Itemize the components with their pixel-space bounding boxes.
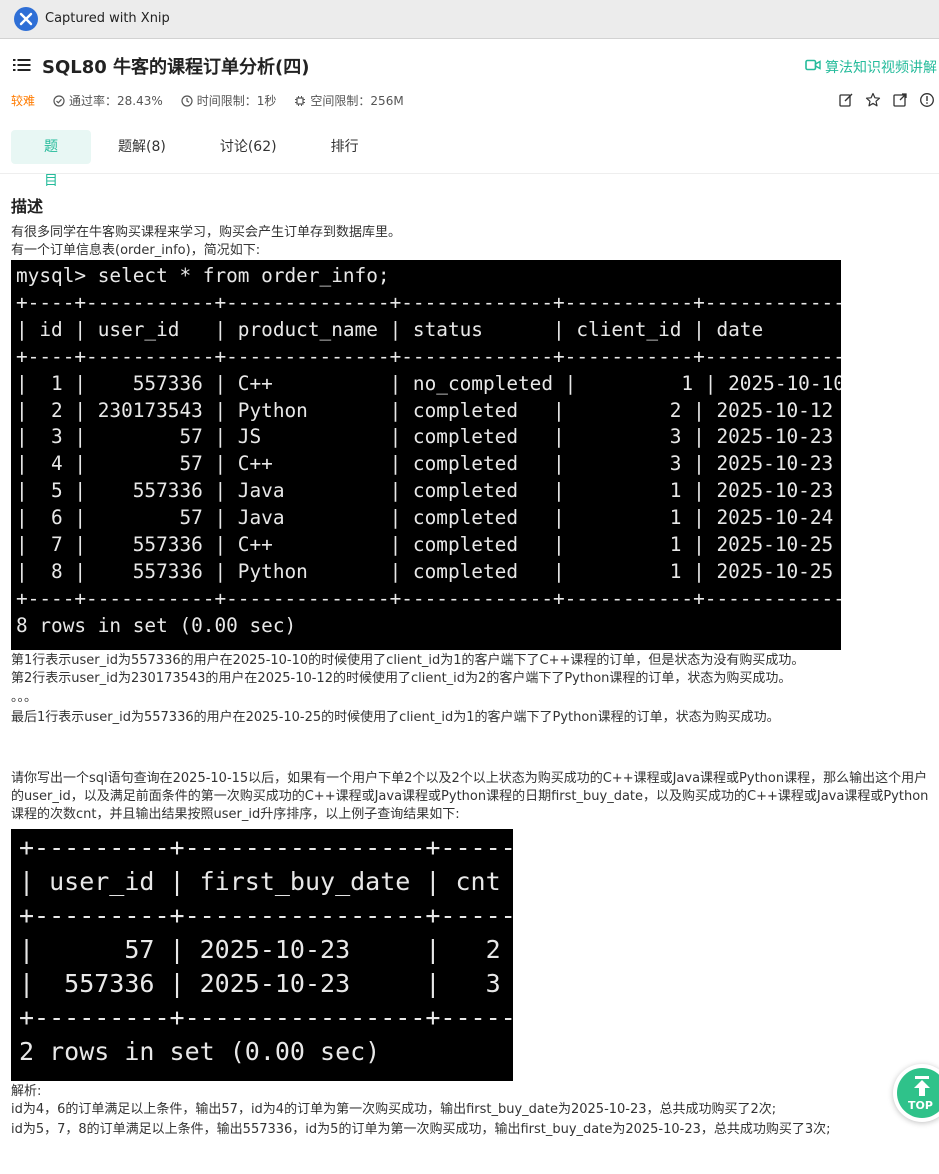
row-note-1: 第1行表示user_id为557336的用户在2025-10-10的时候使用了c… [11,653,805,668]
result-terminal: +---------+----------------+-----+ | use… [11,829,513,1081]
back-to-top-label: TOP [908,1099,933,1112]
result-terminal-text: +---------+----------------+-----+ | use… [19,833,513,1066]
tab-solutions[interactable]: 题解(8) [91,130,193,164]
intro-line-1: 有很多同学在牛客购买课程来学习，购买会产生订单存到数据库里。 [11,225,402,240]
row-note-last: 最后1行表示user_id为557336的用户在2025-10-25的时候使用了… [11,710,780,725]
edit-note-icon[interactable] [838,92,854,112]
problem-title: SQL80 牛客的课程订单分析(四) [42,57,310,78]
tab-ranking[interactable]: 排行 [304,130,386,164]
tab-problem[interactable]: 题目 [11,130,91,189]
video-explanation-link[interactable]: 算法知识视频讲解 [805,57,937,77]
back-to-top-button[interactable]: TOP [893,1064,939,1122]
back-to-top-inner: TOP [897,1068,939,1118]
space-limit: 空间限制：256M [294,92,404,109]
time-limit: 时间限制：1秒 [181,92,277,109]
analysis-label: 解析: [11,1084,42,1099]
video-link-label: 算法知识视频讲解 [825,60,937,76]
description-heading: 描述 [11,197,44,216]
report-info-icon[interactable] [919,92,935,112]
analysis-line-1: id为4，6的订单满足以上条件，输出57，id为4的订单为第一次购买成功，输出f… [11,1102,777,1117]
problem-actions [838,92,935,112]
xnip-app-icon [14,7,38,31]
order-info-terminal-text: mysql> select * from order_info; +----+-… [16,264,841,637]
video-camera-icon [805,59,821,75]
ellipsis-note: 。。。 [11,690,38,705]
share-external-icon[interactable] [892,92,908,112]
problem-tabs: 题目 题解(8) 讨论(62) 排行 [11,130,386,189]
order-info-terminal: mysql> select * from order_info; +----+-… [11,260,841,650]
chip-icon [295,95,306,106]
list-menu-icon[interactable] [13,57,31,77]
space-limit-text: 空间限制：256M [310,94,404,108]
analysis-line-2: id为5，7，8的订单满足以上条件，输出557336，id为5的订单为第一次购买… [11,1122,831,1137]
arrow-up-icon [914,1076,930,1096]
question-text: 请你写出一个sql语句查询在2025-10-15以后，如果有一个用户下单2个以及… [11,771,929,822]
intro-line-2: 有一个订单信息表(order_info)，简况如下: [11,243,261,258]
favorite-star-icon[interactable] [865,92,881,112]
check-circle-icon [53,94,65,107]
time-limit-text: 时间限制：1秒 [196,94,277,108]
clock-icon [181,94,193,107]
pass-rate-text: 通过率：28.43% [69,94,163,108]
tab-discussion[interactable]: 讨论(62) [193,130,304,164]
problem-meta: 较难 通过率：28.43% 时间限制：1秒 空间限制：256M [11,92,422,109]
difficulty-badge: 较难 [11,94,36,108]
pass-rate: 通过率：28.43% [53,92,163,109]
window-titlebar: Captured with Xnip [0,0,939,39]
window-title: Captured with Xnip [45,11,170,26]
row-note-2: 第2行表示user_id为230173543的用户在2025-10-12的时候使… [11,671,792,686]
